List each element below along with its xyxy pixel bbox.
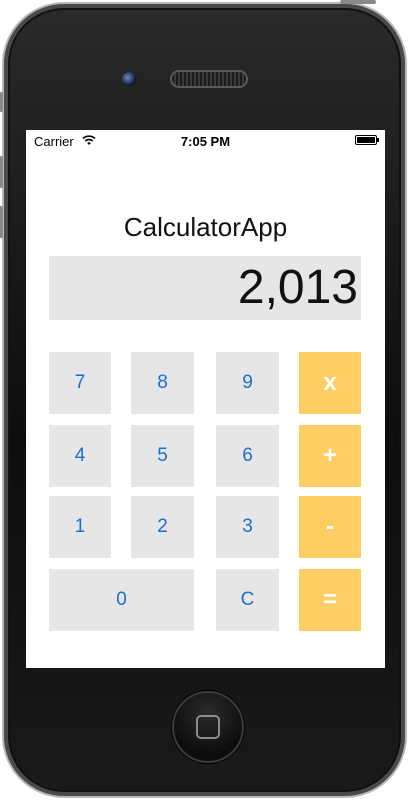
home-button[interactable] — [172, 691, 244, 763]
result-display: 2,013 — [49, 256, 361, 320]
mute-switch — [0, 92, 3, 112]
key-1[interactable]: 1 — [49, 496, 111, 558]
key-6[interactable]: 6 — [216, 425, 279, 487]
earpiece-speaker — [170, 70, 248, 88]
multiply-button[interactable]: x — [299, 352, 361, 414]
screen: Carrier 7:05 PM CalculatorApp 2,013 7 8 … — [26, 130, 385, 668]
add-button[interactable]: + — [299, 425, 361, 487]
volume-down-button — [0, 206, 3, 238]
subtract-button[interactable]: - — [299, 496, 361, 558]
home-square-icon — [196, 715, 220, 739]
key-9[interactable]: 9 — [216, 352, 279, 414]
clear-button[interactable]: C — [216, 569, 279, 631]
key-2[interactable]: 2 — [131, 496, 194, 558]
key-8[interactable]: 8 — [131, 352, 194, 414]
battery-icon — [355, 135, 379, 145]
front-camera — [121, 71, 137, 87]
key-4[interactable]: 4 — [49, 425, 111, 487]
app-title: CalculatorApp — [123, 212, 288, 242]
status-bar: Carrier 7:05 PM — [26, 130, 385, 152]
equals-button[interactable]: = — [299, 569, 361, 631]
key-3[interactable]: 3 — [216, 496, 279, 558]
power-button — [340, 0, 376, 4]
volume-up-button — [0, 156, 3, 188]
key-5[interactable]: 5 — [131, 425, 194, 487]
key-7[interactable]: 7 — [49, 352, 111, 414]
key-0[interactable]: 0 — [49, 569, 194, 631]
status-time: 7:05 PM — [180, 134, 231, 149]
